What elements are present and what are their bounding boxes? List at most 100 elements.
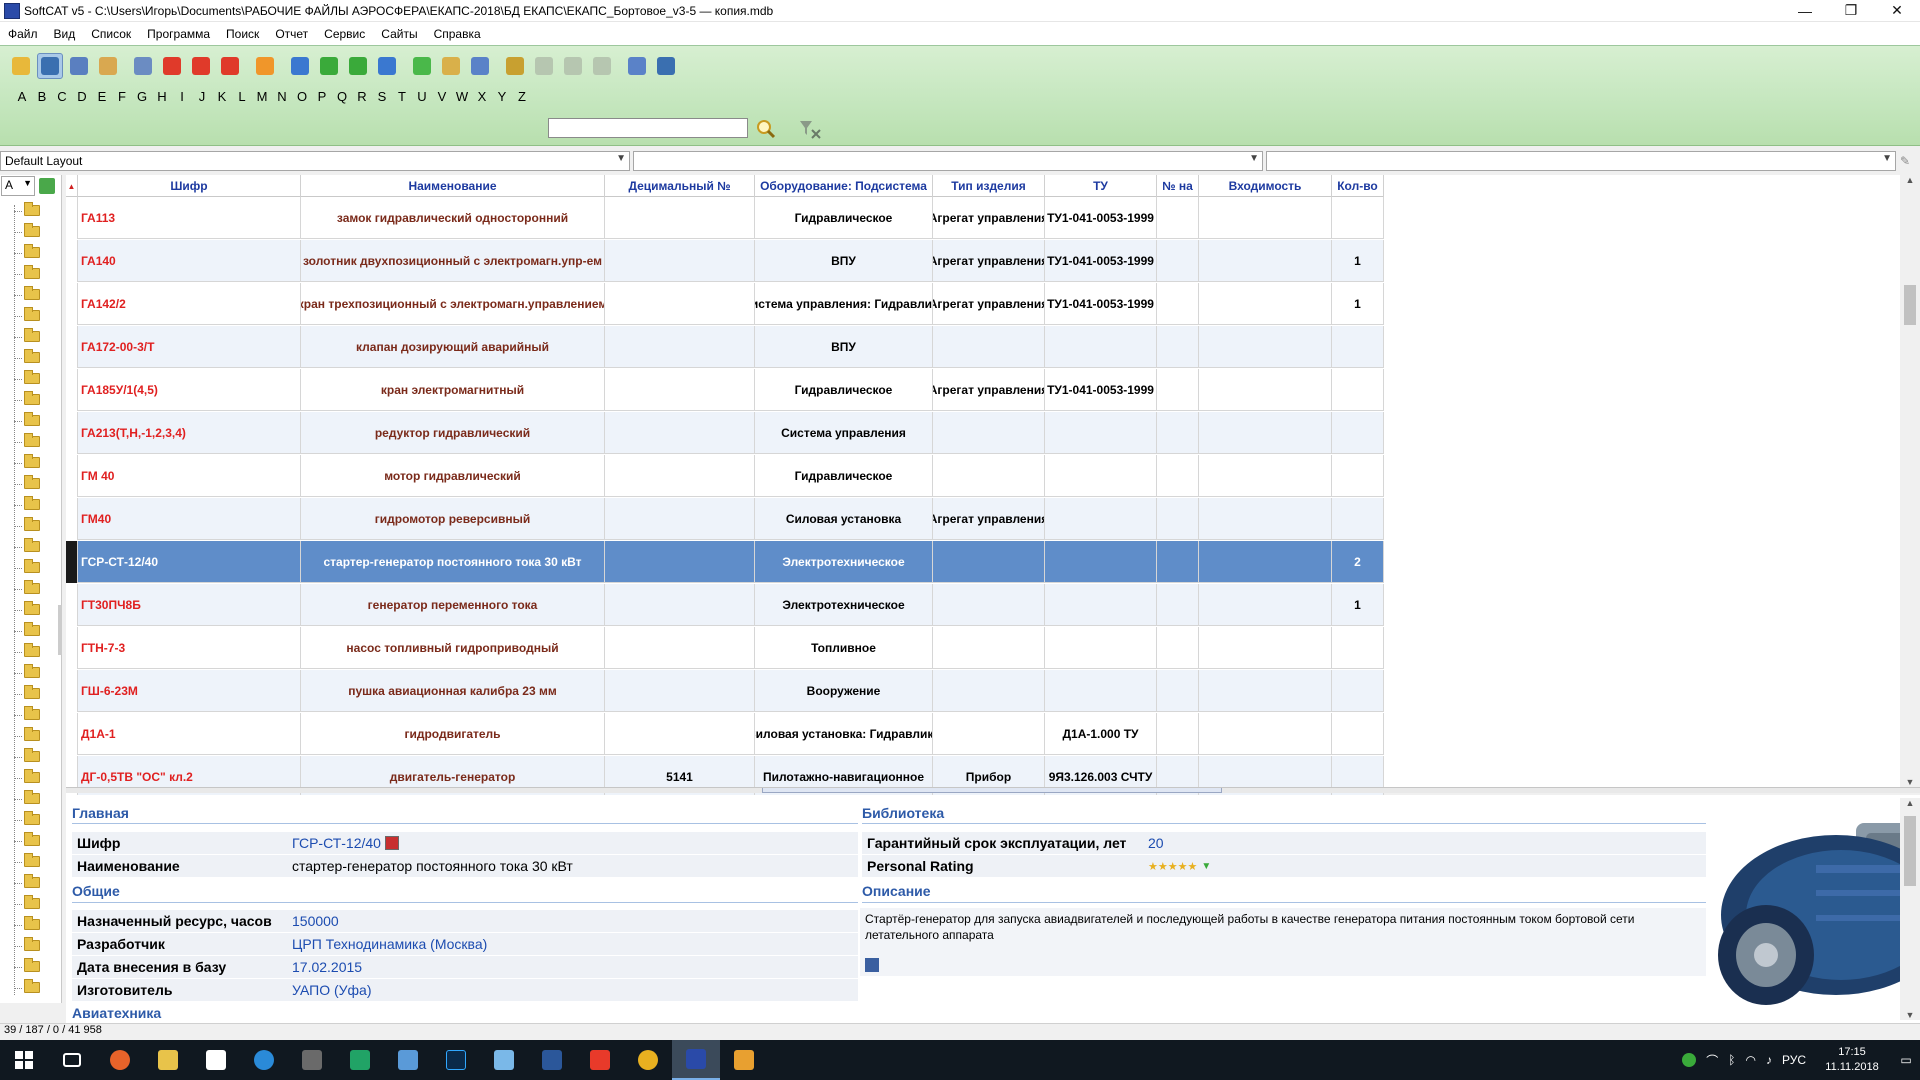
maximize-button[interactable]: ❐ — [1828, 0, 1874, 22]
refresh-button[interactable] — [252, 53, 278, 79]
tree-folder-icon[interactable] — [24, 811, 40, 825]
cell-entry[interactable] — [1199, 283, 1332, 325]
tree-folder-icon[interactable] — [24, 265, 40, 279]
cell-code[interactable]: ГА142/2 — [78, 283, 301, 325]
tree-folder-icon[interactable] — [24, 727, 40, 741]
taskbar-explorer[interactable] — [144, 1040, 192, 1080]
row-indicator[interactable] — [66, 627, 78, 669]
alpha-letter-a[interactable]: A — [12, 89, 32, 104]
cell-tu[interactable]: ТУ1-041-0053-1999 — [1045, 283, 1157, 325]
cell-code[interactable]: ГШ-6-23М — [78, 670, 301, 712]
tray-network-icon[interactable]: ⌒ — [1706, 1052, 1718, 1069]
cell-decimal[interactable] — [605, 197, 755, 239]
table-row[interactable]: ГТН-7-3 насос топливный гидроприводный Топ… — [66, 627, 1384, 669]
cell-name[interactable]: редуктор гидравлический — [301, 412, 605, 454]
cell-number[interactable] — [1157, 240, 1199, 282]
cell-type[interactable] — [933, 584, 1045, 626]
cell-name[interactable]: замок гидравлический односторонний — [301, 197, 605, 239]
cell-entry[interactable] — [1199, 369, 1332, 411]
tray-app-icon[interactable] — [1682, 1053, 1697, 1067]
cell-equipment[interactable]: Вооружение — [755, 670, 933, 712]
cell-type[interactable] — [933, 713, 1045, 755]
settings-button[interactable] — [95, 53, 121, 79]
tree-folder-icon[interactable] — [24, 685, 40, 699]
alpha-letter-y[interactable]: Y — [492, 89, 512, 104]
cell-entry[interactable] — [1199, 670, 1332, 712]
tree-folder-icon[interactable] — [24, 580, 40, 594]
next-button[interactable] — [345, 53, 371, 79]
row-indicator[interactable] — [66, 498, 78, 540]
cell-name[interactable]: кран электромагнитный — [301, 369, 605, 411]
tree-folder-icon[interactable] — [24, 412, 40, 426]
cell-tu[interactable] — [1045, 541, 1157, 583]
cell-equipment[interactable]: Силовая установка — [755, 498, 933, 540]
developer-value[interactable]: ЦРП Технодинамика (Москва) — [286, 933, 858, 955]
cell-entry[interactable] — [1199, 197, 1332, 239]
tree-folder-icon[interactable] — [24, 853, 40, 867]
search-button[interactable] — [754, 118, 778, 140]
column-header-decimal[interactable]: Децимальный № — [605, 175, 755, 197]
add-button[interactable] — [159, 53, 185, 79]
edit-description-icon[interactable] — [865, 958, 879, 972]
tree-folder-icon[interactable] — [24, 958, 40, 972]
tree-folder-icon[interactable] — [24, 790, 40, 804]
table-row[interactable]: Д1А-1 гидродвигатель Силовая установка: Ги… — [66, 713, 1384, 755]
cell-quantity[interactable] — [1332, 498, 1384, 540]
taskbar-store[interactable] — [192, 1040, 240, 1080]
taskbar-word[interactable] — [528, 1040, 576, 1080]
cell-equipment[interactable]: Система управления — [755, 412, 933, 454]
remove-button[interactable] — [217, 53, 243, 79]
cell-tu[interactable]: Д1А-1.000 ТУ — [1045, 713, 1157, 755]
layout-clear-icon[interactable]: ✎ — [1900, 154, 1910, 168]
tree-folder-icon[interactable] — [24, 937, 40, 951]
alpha-letter-q[interactable]: Q — [332, 89, 352, 104]
cell-entry[interactable] — [1199, 326, 1332, 368]
cell-type[interactable]: Агрегат управления — [933, 240, 1045, 282]
alpha-letter-r[interactable]: R — [352, 89, 372, 104]
cell-number[interactable] — [1157, 670, 1199, 712]
table-row[interactable]: ГТ30ПЧ8Б генератор переменного тока Электр… — [66, 584, 1384, 626]
cell-decimal[interactable] — [605, 369, 755, 411]
alpha-letter-t[interactable]: T — [392, 89, 412, 104]
sort-indicator-icon[interactable]: ▲ — [66, 175, 78, 197]
tree-folder-icon[interactable] — [24, 538, 40, 552]
rating-dropdown-icon[interactable]: ▼ — [1201, 861, 1211, 872]
alpha-letter-v[interactable]: V — [432, 89, 452, 104]
cell-name[interactable]: золотник двухпозиционный с электромагн.у… — [301, 240, 605, 282]
clear-filter-button[interactable] — [798, 118, 822, 140]
cell-tu[interactable] — [1045, 584, 1157, 626]
tree-folder-icon[interactable] — [24, 664, 40, 678]
cell-code[interactable]: ГСР-СТ-12/40 — [78, 541, 301, 583]
table-row[interactable]: ГА185У/1(4,5) кран электромагнитный Гидрав… — [66, 369, 1384, 411]
cell-entry[interactable] — [1199, 455, 1332, 497]
table-row[interactable]: ГА213(Т,Н,-1,2,3,4) редуктор гидравлическ… — [66, 412, 1384, 454]
copy-button[interactable] — [589, 53, 615, 79]
taskbar-pdf[interactable] — [576, 1040, 624, 1080]
cell-code[interactable]: ГТН-7-3 — [78, 627, 301, 669]
cell-code[interactable]: ГА172-00-3/Т — [78, 326, 301, 368]
menu-sites[interactable]: Сайты — [373, 27, 425, 41]
cell-equipment[interactable]: ВПУ — [755, 240, 933, 282]
tree-folder-icon[interactable] — [24, 832, 40, 846]
cell-quantity[interactable] — [1332, 455, 1384, 497]
cell-decimal[interactable] — [605, 498, 755, 540]
cell-equipment[interactable]: Система управления: Гидравлика — [755, 283, 933, 325]
alpha-letter-l[interactable]: L — [232, 89, 252, 104]
cell-code[interactable]: ГА213(Т,Н,-1,2,3,4) — [78, 412, 301, 454]
menu-file[interactable]: Файл — [0, 27, 46, 41]
menu-view[interactable]: Вид — [46, 27, 84, 41]
tree-folder-icon[interactable] — [24, 601, 40, 615]
tree-folder-icon[interactable] — [24, 286, 40, 300]
table-row[interactable]: ГА113 замок гидравлический односторонний Г… — [66, 197, 1384, 239]
language-indicator[interactable]: РУС — [1782, 1053, 1806, 1067]
taskbar-photoshop[interactable] — [432, 1040, 480, 1080]
cell-quantity[interactable] — [1332, 197, 1384, 239]
cell-code[interactable]: ГА140 — [78, 240, 301, 282]
column-header-type[interactable]: Тип изделия — [933, 175, 1045, 197]
cell-number[interactable] — [1157, 455, 1199, 497]
edit-icon[interactable] — [384, 836, 399, 850]
home-button[interactable] — [8, 53, 34, 79]
cell-name[interactable]: стартер-генератор постоянного тока 30 кВ… — [301, 541, 605, 583]
tree-folder-icon[interactable] — [24, 517, 40, 531]
cell-number[interactable] — [1157, 326, 1199, 368]
